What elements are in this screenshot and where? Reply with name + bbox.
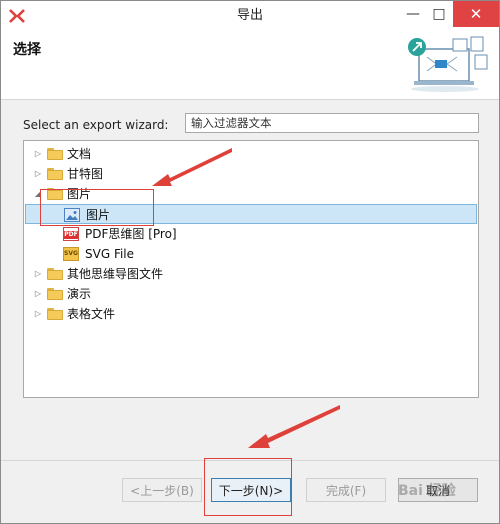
annotation-arrow-icon	[248, 405, 340, 448]
annotation-arrow-icon	[152, 148, 232, 186]
baidu-watermark: Bai 经验	[398, 483, 456, 499]
annotation-arrows	[152, 148, 340, 448]
